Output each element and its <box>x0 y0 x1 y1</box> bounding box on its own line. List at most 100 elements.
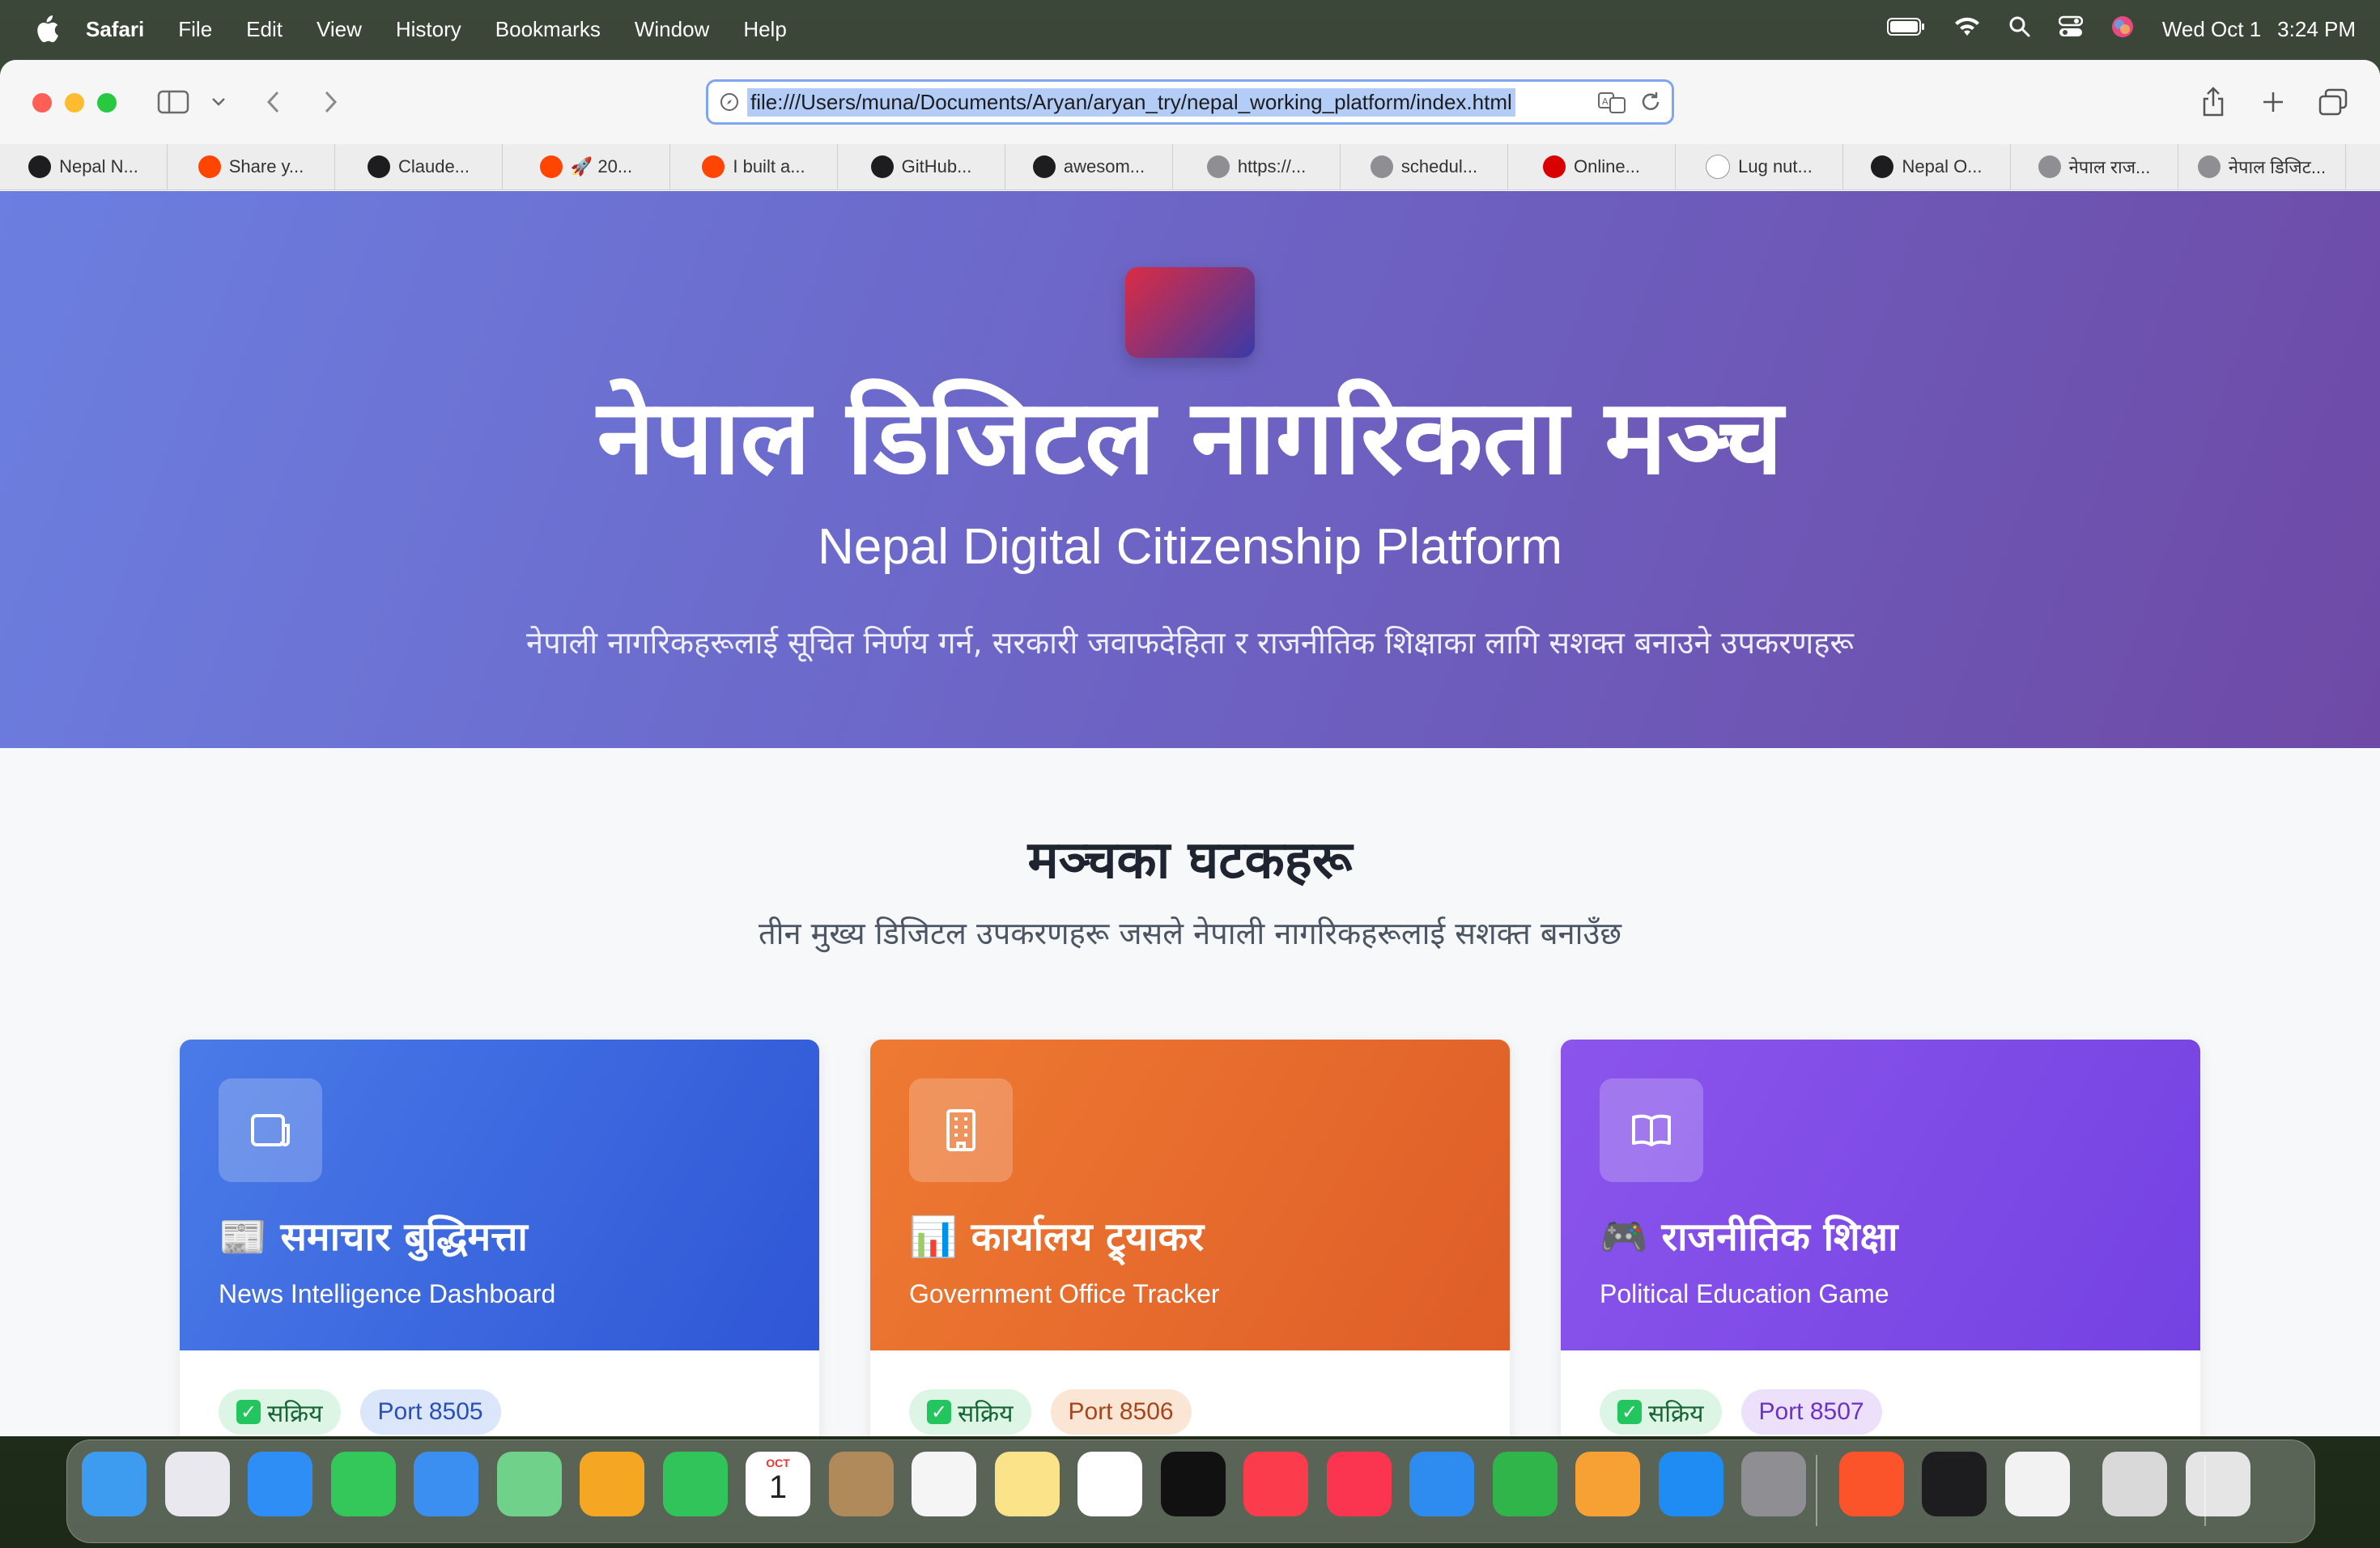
card-news-intelligence[interactable]: 📰 समाचार बुद्धिमत्ता News Intelligence D… <box>180 1040 819 1436</box>
card-office-tracker[interactable]: 📊 कार्यालय ट्र्याकर Government Office Tr… <box>870 1040 1510 1436</box>
book-icon <box>1600 1078 1703 1182</box>
bookmark-item[interactable]: Lug nut... <box>1676 144 1843 189</box>
menu-edit[interactable]: Edit <box>246 17 283 42</box>
bookmark-label: Nepal N... <box>59 156 138 176</box>
dock: OCT 1 <box>66 1440 2315 1543</box>
bookmark-item[interactable]: https://... <box>1173 144 1341 189</box>
menu-view[interactable]: View <box>317 17 362 42</box>
notes-icon[interactable] <box>994 1452 1060 1516</box>
menu-app-name[interactable]: Safari <box>86 17 144 42</box>
battery-icon[interactable] <box>1886 17 1926 42</box>
safari-icon[interactable] <box>248 1452 312 1516</box>
appletv-icon[interactable] <box>1160 1452 1226 1516</box>
menu-file[interactable]: File <box>178 17 212 42</box>
logo-icon <box>1125 267 1255 358</box>
tab-overview-icon[interactable] <box>2315 84 2351 120</box>
sidebar-toggle-icon[interactable] <box>155 84 191 120</box>
g-letter-icon <box>1370 155 1393 178</box>
bookmark-label: Nepal O... <box>1902 156 1983 176</box>
appstore-icon[interactable] <box>1658 1452 1723 1516</box>
url-text[interactable]: file:///Users/muna/Documents/Aryan/aryan… <box>747 87 1515 117</box>
mail-icon[interactable] <box>414 1452 478 1516</box>
contacts-icon[interactable] <box>828 1452 894 1516</box>
music-icon[interactable] <box>1243 1452 1308 1516</box>
reminders-icon[interactable] <box>912 1452 976 1516</box>
new-tab-plus-icon[interactable] <box>2255 84 2291 120</box>
wifi-icon[interactable] <box>1953 16 1981 43</box>
reload-icon[interactable] <box>1639 90 1662 118</box>
card-subtitle: Government Office Tracker <box>909 1279 1220 1308</box>
keynote-icon[interactable] <box>1409 1452 1474 1516</box>
messages-icon[interactable] <box>330 1452 396 1516</box>
bookmark-item[interactable]: 🚀 20... <box>503 144 670 189</box>
menubar-clock[interactable]: Wed Oct 1 3:24 PM <box>2162 17 2356 42</box>
siri-icon[interactable] <box>2110 15 2135 45</box>
minimize-window-button[interactable] <box>65 93 84 113</box>
flag-icon <box>1543 155 1566 178</box>
launchpad-icon[interactable] <box>164 1452 230 1516</box>
bookmark-label: schedul... <box>1400 156 1478 176</box>
brave-icon[interactable] <box>1838 1452 1904 1516</box>
bookmark-item[interactable]: Claude... <box>335 144 503 189</box>
calendar-icon[interactable]: OCT 1 <box>746 1452 810 1516</box>
bookmark-label: Claude... <box>397 156 470 176</box>
card-header: 📊 कार्यालय ट्र्याकर Government Office Tr… <box>870 1040 1510 1350</box>
freeform-icon[interactable] <box>1077 1452 1142 1516</box>
bookmarks-bar: Nepal N... Share y... Claude... 🚀 20... I bu… <box>0 144 2380 190</box>
menu-help[interactable]: Help <box>743 17 786 42</box>
bookmark-item[interactable]: I built a... <box>670 144 838 189</box>
card-subtitle: Political Education Game <box>1600 1279 1889 1308</box>
card-subtitle: News Intelligence Dashboard <box>219 1279 556 1308</box>
bookmark-item[interactable]: awesom... <box>1005 144 1173 189</box>
menu-bookmarks[interactable]: Bookmarks <box>495 17 601 42</box>
finder-icon[interactable] <box>82 1452 147 1516</box>
address-bar[interactable]: file:///Users/muna/Documents/Aryan/aryan… <box>706 79 1674 125</box>
card-title: 🎮 राजनीतिक शिक्षा <box>1600 1214 1898 1260</box>
compass-icon <box>720 92 739 112</box>
pages-icon[interactable] <box>1575 1452 1640 1516</box>
bookmark-item[interactable]: GitHub... <box>838 144 1005 189</box>
dock-separator <box>1816 1455 1817 1526</box>
menu-history[interactable]: History <box>396 17 461 42</box>
web-page: नेपाल डिजिटल नागरिकता मञ्च Nepal Digital… <box>0 191 2380 1436</box>
terminal-icon[interactable] <box>1922 1452 1987 1516</box>
apple-icon[interactable] <box>32 15 62 44</box>
spotlight-search-icon[interactable] <box>2008 15 2031 44</box>
wikipedia-icon <box>1706 155 1731 179</box>
status-label: सक्रिय <box>958 1399 1014 1428</box>
trash-icon[interactable] <box>2185 1452 2250 1516</box>
card-political-education[interactable]: 🎮 राजनीतिक शिक्षा Political Education Ga… <box>1561 1040 2200 1436</box>
forward-arrow-icon[interactable] <box>312 84 348 120</box>
textedit-icon[interactable] <box>2004 1452 2070 1516</box>
zoom-window-button[interactable] <box>97 93 117 113</box>
section-title: मञ्चका घटकहरू <box>1027 831 1353 891</box>
translate-icon[interactable]: A <box>1597 90 1628 118</box>
l-letter-icon <box>2038 155 2061 178</box>
safari-window: file:///Users/muna/Documents/Aryan/aryan… <box>0 60 2380 1436</box>
system-settings-icon[interactable] <box>1741 1452 1806 1516</box>
news-icon[interactable] <box>1326 1452 1392 1516</box>
bookmark-item[interactable]: Online... <box>1508 144 1676 189</box>
share-icon[interactable] <box>2195 84 2231 120</box>
downloads-icon[interactable] <box>2102 1452 2167 1516</box>
bookmark-item[interactable]: Share y... <box>168 144 335 189</box>
menu-bar: Safari File Edit View History Bookmarks … <box>0 0 2380 58</box>
facetime-icon[interactable] <box>662 1452 728 1516</box>
bookmark-label: GitHub... <box>901 156 972 176</box>
control-center-icon[interactable] <box>2058 15 2084 44</box>
back-arrow-icon[interactable] <box>256 84 291 120</box>
maps-icon[interactable] <box>496 1452 562 1516</box>
bookmark-item[interactable]: Nepal N... <box>0 144 168 189</box>
numbers-icon[interactable] <box>1492 1452 1558 1516</box>
bookmark-item[interactable]: Nepal O... <box>1843 144 2011 189</box>
bookmark-item[interactable]: नेपाल राज... <box>2011 144 2178 189</box>
chevron-down-icon[interactable] <box>201 84 236 120</box>
bookmark-item[interactable]: schedul... <box>1341 144 1508 189</box>
bookmark-item[interactable]: नेपाल डिजिट... <box>2178 144 2346 189</box>
close-window-button[interactable] <box>32 93 52 113</box>
building-icon <box>909 1078 1013 1182</box>
menu-window[interactable]: Window <box>635 17 709 42</box>
photos-icon[interactable] <box>580 1452 644 1516</box>
crown-icon <box>1871 155 1894 178</box>
checkmark-icon: ✓ <box>236 1400 261 1424</box>
